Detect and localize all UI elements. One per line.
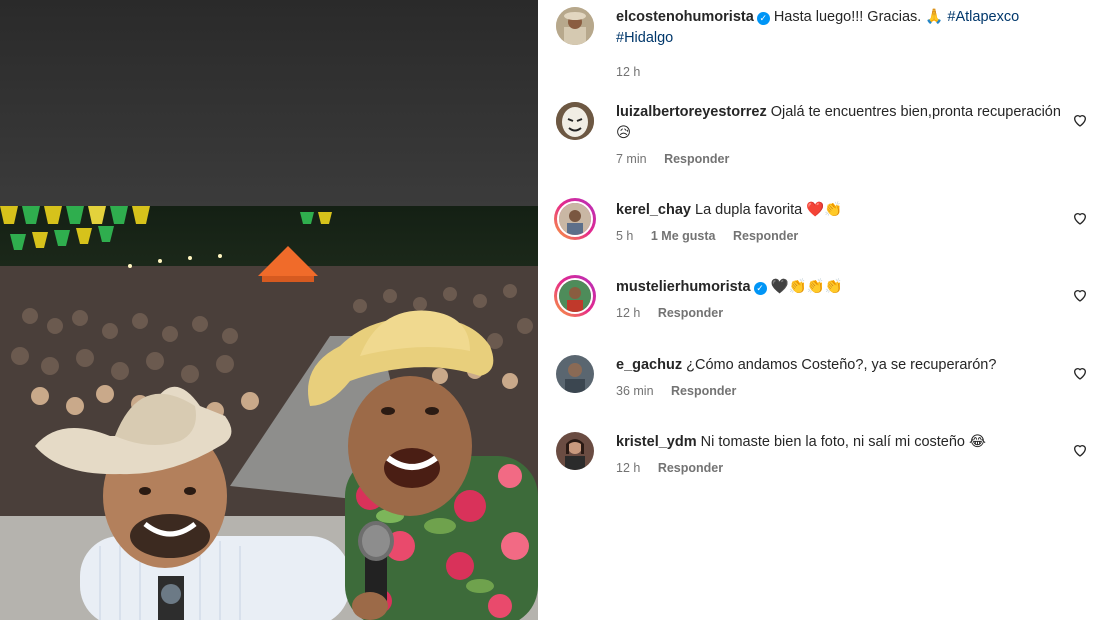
commenter-avatar-story-ring[interactable]	[554, 275, 596, 317]
comment-text: Ni tomaste bien la foto, ni salí mi cost…	[700, 434, 986, 450]
post-media[interactable]	[0, 0, 538, 620]
post-photo	[0, 206, 538, 620]
like-heart-icon[interactable]	[1072, 210, 1088, 226]
comment-username[interactable]: mustelierhumorista	[616, 279, 751, 295]
reply-button[interactable]: Responder	[671, 384, 736, 398]
reply-button[interactable]: Responder	[733, 229, 798, 243]
caption-body: Hasta luego!!! Gracias. 🙏	[773, 9, 944, 25]
commenter-avatar[interactable]	[556, 102, 594, 140]
comment-text: 🖤👏👏👏	[770, 279, 843, 295]
comment-meta: 36 min Responder	[616, 384, 1076, 398]
commenter-avatar-story-ring[interactable]	[554, 198, 596, 240]
media-dark-area	[0, 0, 538, 206]
comment-time[interactable]: 7 min	[616, 152, 647, 166]
comment-likes[interactable]: 1 Me gusta	[651, 229, 716, 243]
comment-meta: 7 min Responder	[616, 152, 1076, 166]
comment-meta: 5 h 1 Me gusta Responder	[616, 229, 1076, 243]
like-heart-icon[interactable]	[1072, 287, 1088, 303]
comment-username[interactable]: kerel_chay	[616, 202, 691, 218]
person-avatar-icon	[556, 432, 594, 470]
comment-meta: 12 h Responder	[616, 306, 1076, 320]
verified-badge-icon: ✓	[753, 282, 767, 295]
comment-text: La dupla favorita ❤️👏	[695, 202, 843, 218]
comment-username[interactable]: kristel_ydm	[616, 434, 697, 450]
caption-username[interactable]: elcostenohumorista	[616, 9, 754, 25]
caption-meta: 12 h	[616, 65, 1076, 79]
reply-button[interactable]: Responder	[658, 461, 723, 475]
person-avatar-icon	[559, 203, 591, 235]
like-heart-icon[interactable]	[1072, 365, 1088, 381]
comments-panel: elcostenohumorista ✓ Hasta luego!!! Graci…	[538, 0, 1117, 620]
mask-avatar-icon	[556, 102, 594, 140]
caption-time[interactable]: 12 h	[616, 65, 640, 79]
verified-badge-icon: ✓	[756, 12, 770, 25]
hashtag-atlapexco[interactable]: #Atlapexco	[947, 9, 1019, 25]
like-heart-icon[interactable]	[1072, 442, 1088, 458]
person-avatar-icon	[556, 355, 594, 393]
comment-time[interactable]: 36 min	[616, 384, 654, 398]
comment-meta: 12 h Responder	[616, 461, 1076, 475]
reply-button[interactable]: Responder	[658, 306, 723, 320]
commenter-avatar[interactable]	[556, 355, 594, 393]
commenter-avatar[interactable]	[556, 432, 594, 470]
reply-button[interactable]: Responder	[664, 152, 729, 166]
comment-time[interactable]: 12 h	[616, 461, 640, 475]
person-avatar-icon	[556, 7, 594, 45]
comment-text: ¿Cómo andamos Costeño?, ya se recuperaró…	[686, 357, 997, 373]
comment-username[interactable]: luizalbertoreyestorrez	[616, 104, 767, 120]
selfie-illustration	[0, 206, 538, 620]
comment-time[interactable]: 12 h	[616, 306, 640, 320]
caption-text: elcostenohumorista ✓ Hasta luego!!! Graci…	[616, 7, 1076, 49]
like-heart-icon[interactable]	[1072, 112, 1088, 128]
comment-time[interactable]: 5 h	[616, 229, 633, 243]
comment-username[interactable]: e_gachuz	[616, 357, 682, 373]
person-avatar-icon	[559, 280, 591, 312]
hashtag-hidalgo[interactable]: #Hidalgo	[616, 30, 673, 46]
author-avatar[interactable]	[556, 7, 594, 45]
